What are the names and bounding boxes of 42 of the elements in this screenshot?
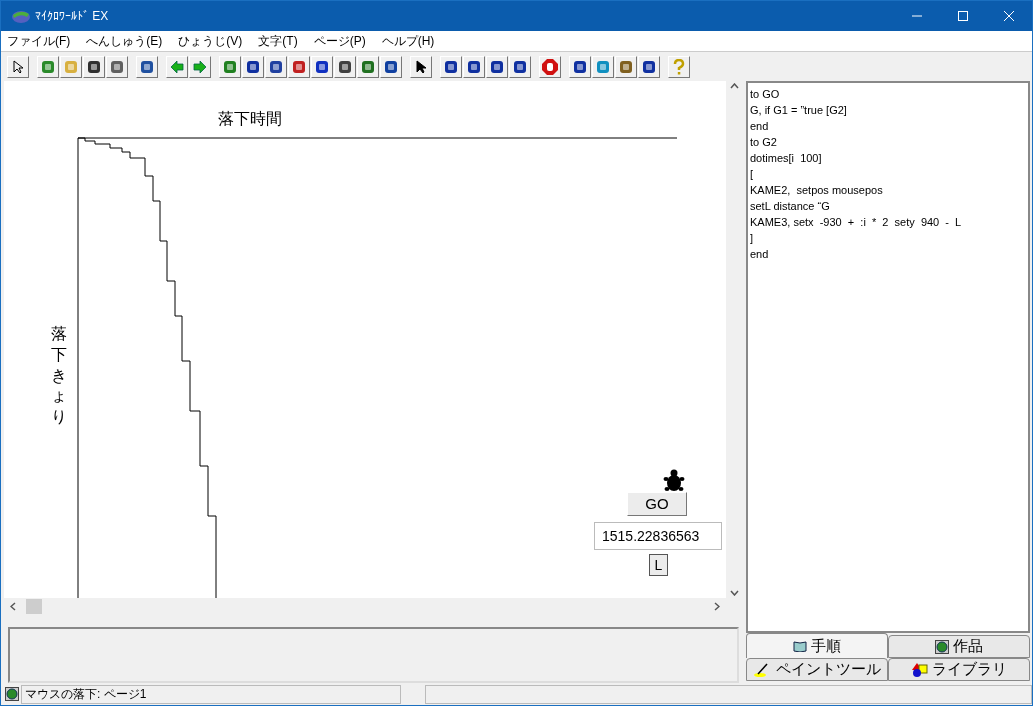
code-line: [ — [750, 167, 755, 182]
code-line: dotimes[i 100] — [750, 151, 823, 166]
code-editor[interactable]: to GO G, if G1 = ”true [G2] end to G2 dotimes[i 100] [ KAME2, setpos mousepos setL distance “G KAME3, setx -930 + :i * 2 sety 940 - L ] end — [746, 81, 1030, 633]
menu-item[interactable]: ファイル(F) — [7, 32, 71, 50]
code-line: to GO — [750, 87, 781, 102]
code-line: end — [750, 247, 770, 262]
status-text: マウスの落下: ページ1 — [21, 684, 401, 704]
menu-item[interactable]: 文字(T) — [258, 32, 298, 50]
maximize-icon — [958, 11, 968, 21]
menu-item[interactable]: へんしゅう(E) — [86, 32, 163, 50]
app-logo-icon — [11, 8, 31, 24]
code-line: KAME3, setx -930 + :i * 2 sety 940 - L — [750, 215, 963, 230]
value-field[interactable]: 1515.22836563 — [594, 522, 722, 550]
panel-tab[interactable]: 作品 — [888, 635, 1030, 658]
panel-tab[interactable]: 手順 — [746, 633, 888, 658]
code-line: end — [750, 119, 770, 134]
l-button[interactable]: L — [649, 554, 668, 576]
go-button[interactable]: GO — [627, 492, 687, 516]
panel-tab[interactable]: ペイントツール — [746, 658, 888, 681]
code-line: to G2 — [750, 135, 778, 150]
scroll-left-icon[interactable] — [10, 601, 16, 611]
cursor-icon[interactable] — [410, 55, 432, 78]
window-title: ﾏｲｸﾛﾜｰﾙﾄﾞ EX — [35, 8, 109, 25]
scroll-up-icon[interactable] — [730, 83, 739, 89]
book-icon — [793, 640, 807, 652]
menu-item[interactable]: ひょうじ(V) — [178, 32, 243, 50]
close-icon — [1004, 11, 1014, 21]
axis-label: 落下時間 — [218, 109, 282, 129]
code-line: ] — [750, 231, 755, 246]
code-line: setL distance “G — [750, 199, 831, 214]
code-line: G, if G1 = ”true [G2] — [750, 103, 848, 118]
pointer-icon[interactable] — [7, 55, 29, 78]
scroll-down-icon[interactable] — [730, 590, 739, 596]
menu-item[interactable]: ヘルプ(H) — [381, 32, 435, 50]
scroll-thumb[interactable] — [26, 598, 42, 614]
menu-item[interactable]: ページ(P) — [313, 32, 366, 50]
scroll-right-icon[interactable] — [714, 601, 720, 611]
panel-tab[interactable]: ライブラリ — [888, 658, 1030, 681]
code-line: KAME2, setpos mousepos — [750, 183, 884, 198]
axis-label: 落下きょり — [51, 324, 67, 428]
help-icon[interactable] — [668, 55, 690, 78]
shapes-icon — [911, 662, 928, 677]
